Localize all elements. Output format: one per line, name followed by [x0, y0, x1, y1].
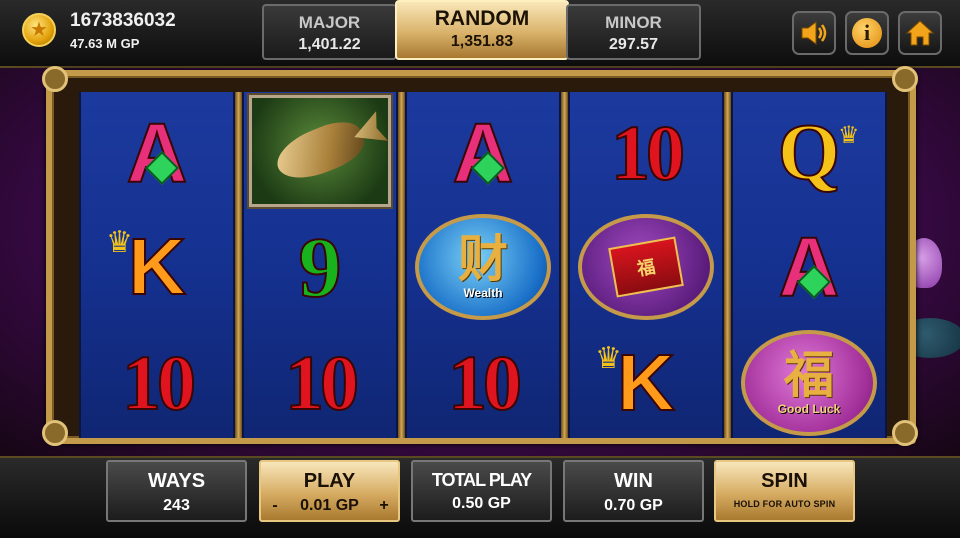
bet-decrease-button[interactable]: - [268, 497, 282, 515]
ways-label: WAYS [147, 470, 206, 492]
symbol-red-envelope: 福 [571, 212, 721, 322]
symbol-10-text: 10 [121, 339, 197, 426]
symbol-a: A [734, 212, 884, 322]
crown-icon: ♛ [106, 226, 133, 259]
play-bet-panel: PLAY - 0.01 GP + [259, 460, 400, 522]
play-label: PLAY [303, 470, 356, 492]
spin-sublabel: HOLD FOR AUTO SPIN [733, 499, 836, 509]
jackpot-random: RANDOM 1,351.83 [395, 0, 569, 60]
symbol-q-letter: Q [777, 109, 841, 197]
jackpot-minor-value: 297.57 [609, 36, 658, 53]
symbol-10-text: 10 [447, 339, 523, 426]
jackpot-major-label: MAJOR [298, 13, 361, 32]
jackpot-major-value: 1,401.22 [298, 36, 361, 53]
ways-panel: WAYS 243 [106, 460, 247, 522]
symbol-9-text: 9 [298, 219, 343, 315]
crown-icon: ♛ [595, 342, 622, 375]
symbol-10: 10 [82, 328, 232, 438]
jackpot-minor-label: MINOR [605, 13, 662, 32]
win-label: WIN [614, 470, 653, 492]
symbol-k: K ♛ [82, 212, 232, 322]
jackpot-random-value: 1,351.83 [450, 33, 514, 50]
symbol-10: 10 [245, 328, 395, 438]
luck-character: 福 [784, 346, 834, 404]
symbol-k-letter: K [616, 338, 676, 427]
crown-icon: ♛ [838, 122, 860, 149]
koi-fish-icon [247, 93, 393, 209]
symbol-q: Q ♛ [734, 98, 884, 208]
frame-corner-ornament [892, 66, 918, 92]
envelope-medallion: 福 [578, 214, 714, 320]
jackpot-minor: MINOR 297.57 [566, 4, 701, 60]
bet-increase-button[interactable]: + [377, 497, 391, 515]
symbol-9: 9 [245, 212, 395, 322]
total-play-label: TOTAL PLAY [431, 470, 532, 490]
sound-button[interactable] [792, 11, 836, 55]
wealth-character: 财 [458, 230, 508, 288]
symbol-a-letter: A [452, 106, 515, 200]
red-envelope-icon: 福 [608, 236, 684, 298]
total-play-panel: TOTAL PLAY 0.50 GP [411, 460, 552, 522]
info-button[interactable]: i [845, 11, 889, 55]
symbol-10: 10 [571, 98, 721, 208]
symbol-wealth: 财 Wealth [408, 212, 558, 322]
info-icon: i [852, 18, 882, 48]
koi-body [270, 114, 370, 189]
symbol-good-luck: 福 Good Luck [734, 328, 884, 438]
jackpot-major: MAJOR 1,401.22 [262, 4, 397, 60]
top-bar: ★ 1673836032 47.63 M GP MAJOR 1,401.22 R… [0, 0, 960, 68]
good-luck-label: Good Luck [777, 402, 841, 416]
home-button[interactable] [898, 11, 942, 55]
good-luck-medallion: 福 Good Luck [741, 330, 877, 436]
speaker-icon [801, 21, 827, 45]
symbol-a-letter: A [126, 106, 189, 200]
symbol-k: K ♛ [571, 328, 721, 438]
account-id: 1673836032 [70, 10, 176, 31]
wealth-medallion: 财 Wealth [415, 214, 551, 320]
symbol-10-text: 10 [610, 109, 686, 196]
reel-divider [724, 92, 731, 438]
symbol-10: 10 [408, 328, 558, 438]
coin-icon: ★ [22, 13, 56, 47]
win-panel: WIN 0.70 GP [563, 460, 704, 522]
frame-corner-ornament [42, 420, 68, 446]
ways-value: 243 [163, 497, 190, 514]
play-value: 0.01 GP [300, 497, 359, 514]
account-balance: 47.63 M GP [70, 36, 140, 51]
spin-label: SPIN [761, 470, 808, 492]
frame-corner-ornament [42, 66, 68, 92]
wealth-label: Wealth [463, 286, 503, 300]
reel-divider [235, 92, 242, 438]
symbol-a: A [408, 98, 558, 208]
symbol-10-text: 10 [284, 339, 360, 426]
reel-divider [398, 92, 405, 438]
envelope-character: 福 [635, 256, 657, 281]
symbol-koi [245, 93, 395, 209]
total-play-value: 0.50 GP [452, 495, 511, 512]
symbol-k-letter: K [127, 222, 187, 311]
reel-divider [561, 92, 568, 438]
symbol-a-letter: A [778, 220, 841, 314]
spin-button[interactable]: SPIN HOLD FOR AUTO SPIN [714, 460, 855, 522]
jackpot-random-label: RANDOM [434, 7, 530, 30]
symbol-a: A [82, 98, 232, 208]
frame-corner-ornament [892, 420, 918, 446]
home-icon [905, 20, 935, 46]
win-value: 0.70 GP [604, 497, 663, 514]
